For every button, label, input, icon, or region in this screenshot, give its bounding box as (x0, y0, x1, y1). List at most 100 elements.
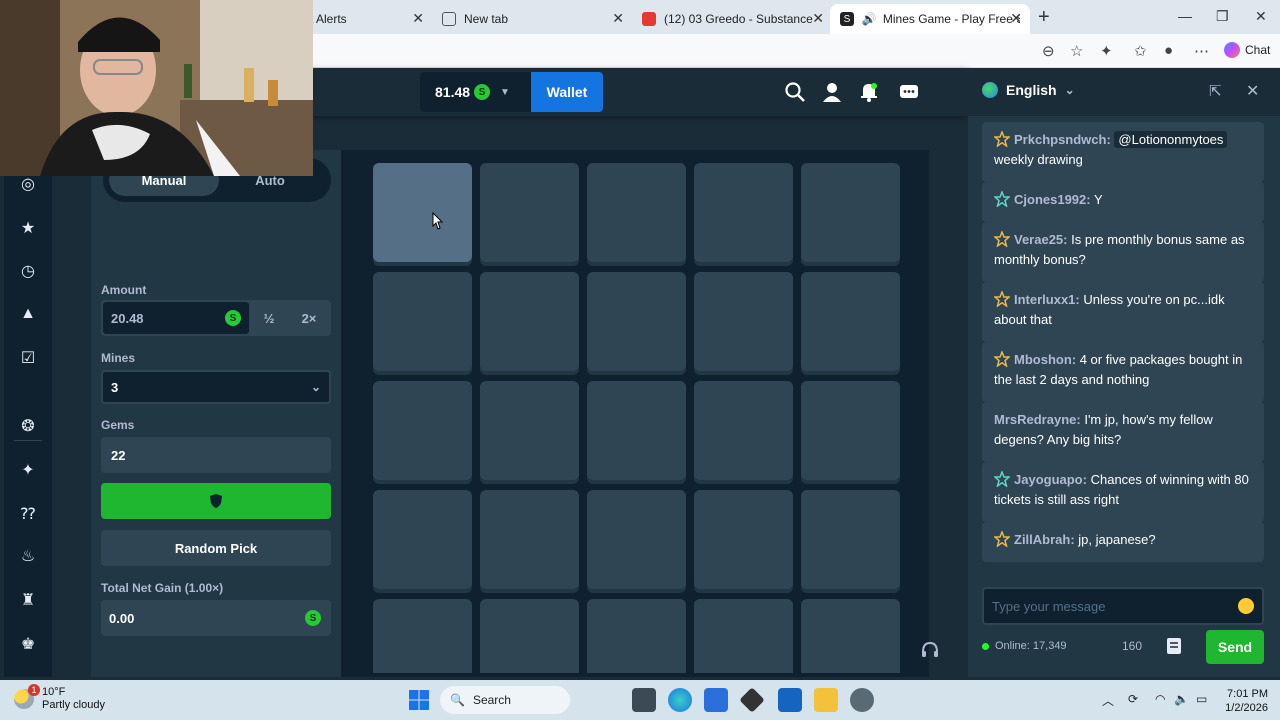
new-tab-icon[interactable]: + (1038, 6, 1050, 29)
window-close-icon[interactable]: ✕ (1255, 8, 1267, 25)
mine-tile[interactable] (480, 272, 579, 371)
double-amount-button[interactable]: 2× (289, 300, 329, 336)
support-headset-icon[interactable] (920, 640, 940, 660)
mine-tile[interactable] (587, 163, 686, 262)
live-casino-icon[interactable]: ♜ (16, 588, 40, 612)
mine-tile[interactable] (694, 599, 793, 673)
settings-gear-icon[interactable] (850, 688, 874, 712)
battery-icon[interactable]: ▭ (1196, 692, 1207, 706)
popout-icon[interactable]: ⇱ (1209, 82, 1222, 100)
store-icon[interactable] (704, 688, 728, 712)
emoji-icon[interactable] (1238, 598, 1254, 614)
chat-username[interactable]: Prkchpsndwch: (1014, 132, 1111, 147)
amount-input[interactable]: 20.48 S (103, 302, 249, 334)
mine-tile[interactable] (480, 490, 579, 589)
minimize-icon[interactable]: — (1178, 8, 1192, 24)
mine-tile[interactable] (694, 272, 793, 371)
wallet-button[interactable]: Wallet (531, 72, 603, 112)
tray-overflow-icon[interactable]: ︿ (1102, 692, 1114, 709)
tab-new-tab[interactable]: New tab ✕ (432, 4, 632, 34)
profile-icon[interactable]: ● (1164, 42, 1173, 59)
half-amount-button[interactable]: ½ (249, 300, 289, 336)
more-icon[interactable]: ⋯ (1194, 42, 1209, 60)
mine-tile[interactable] (480, 163, 579, 262)
mine-tile[interactable] (694, 381, 793, 480)
extensions-icon[interactable]: ✦ (1100, 42, 1113, 60)
mine-tile[interactable] (373, 599, 472, 673)
recent-clock-icon[interactable]: ◷ (16, 259, 40, 283)
file-explorer-icon[interactable] (814, 688, 838, 712)
mine-tile[interactable] (373, 272, 472, 371)
chat-username[interactable]: Interluxx1: (1014, 292, 1080, 307)
close-icon[interactable]: ✕ (612, 10, 624, 27)
close-icon[interactable]: ✕ (412, 10, 424, 27)
copilot-chat-button[interactable]: Chat (1224, 42, 1270, 58)
user-icon[interactable] (820, 80, 844, 104)
close-chat-icon[interactable]: ✕ (1246, 81, 1259, 101)
mine-tile[interactable] (801, 599, 900, 673)
table-games-icon[interactable]: ♚ (16, 632, 40, 656)
mine-tile[interactable] (801, 163, 900, 262)
tab-alerts[interactable]: t Alerts ✕ (300, 4, 432, 34)
mine-tile[interactable] (373, 381, 472, 480)
chat-username[interactable]: Mboshon: (1014, 352, 1076, 367)
mine-tile[interactable] (801, 272, 900, 371)
mine-tile[interactable] (373, 490, 472, 589)
chat-username[interactable]: Verae25: (1014, 232, 1068, 247)
edge-browser-icon[interactable] (668, 688, 692, 712)
mine-tile[interactable] (587, 599, 686, 673)
system-clock[interactable]: 7:01 PM 1/2/2026 (1218, 687, 1268, 715)
maximize-icon[interactable]: ❐ (1216, 8, 1229, 25)
favorites-star-icon[interactable]: ★ (16, 216, 40, 240)
close-icon[interactable]: ✕ (1010, 10, 1022, 27)
slots-icon[interactable]: ⁇ (16, 502, 40, 526)
new-releases-sparkle-icon[interactable]: ✦ (16, 458, 40, 482)
chat-username[interactable]: Cjones1992: (1014, 192, 1091, 207)
chat-message-input[interactable]: Type your message (982, 587, 1264, 625)
chat-username[interactable]: MrsRedrayne: (994, 412, 1081, 427)
send-button[interactable]: Send (1206, 630, 1264, 664)
volume-icon[interactable]: 🔈 (1174, 692, 1189, 706)
language-selector[interactable]: English ⌄ (982, 82, 1075, 98)
taskbar-search[interactable]: 🔍 Search (440, 686, 570, 714)
reader-icon[interactable]: ⊖ (1042, 42, 1055, 60)
mine-tile[interactable] (801, 490, 900, 589)
tab-label: t Alerts (310, 12, 347, 26)
balance-selector[interactable]: 81.48 S ▼ (420, 72, 531, 112)
app-cube-icon[interactable] (739, 687, 765, 713)
chat-message: Jayoguapo: Chances of winning with 80 ti… (982, 462, 1264, 522)
mine-tile[interactable] (480, 381, 579, 480)
hot-fire-icon[interactable]: ♨ (16, 544, 40, 568)
search-icon[interactable] (783, 80, 807, 104)
mines-select[interactable]: 3 ⌄ (101, 370, 331, 404)
mine-tile[interactable] (480, 599, 579, 673)
random-pick-button[interactable]: Random Pick (101, 530, 331, 566)
notification-bell-icon[interactable] (857, 80, 881, 104)
tab-mines-game[interactable]: S 🔊 Mines Game - Play Free Social ✕ (830, 4, 1030, 34)
favorites-icon[interactable]: ✩ (1134, 42, 1147, 60)
chat-username[interactable]: ZillAbrah: (1014, 532, 1075, 547)
bet-button[interactable] (101, 483, 331, 519)
challenges-icon[interactable]: ▲ (16, 302, 40, 326)
mine-tile[interactable] (587, 272, 686, 371)
mine-tile[interactable] (587, 490, 686, 589)
mine-tile[interactable] (373, 163, 472, 262)
mine-tile[interactable] (694, 490, 793, 589)
originals-icon[interactable]: ❂ (16, 414, 40, 438)
chat-username[interactable]: Jayoguapo: (1014, 472, 1087, 487)
outlook-icon[interactable] (778, 688, 802, 712)
sync-icon[interactable]: ⟳ (1128, 692, 1138, 706)
windows-start-icon[interactable] (407, 688, 431, 712)
close-icon[interactable]: ✕ (812, 10, 824, 27)
task-view-icon[interactable] (632, 688, 656, 712)
tab-youtube[interactable]: (12) 03 Greedo - Substance (Offici ✕ (632, 4, 832, 34)
mine-tile[interactable] (694, 163, 793, 262)
chat-rules-icon[interactable] (1158, 630, 1190, 662)
mine-tile[interactable] (587, 381, 686, 480)
favorite-star-icon[interactable]: ☆ (1070, 42, 1083, 60)
chat-toggle-icon[interactable] (897, 80, 921, 104)
weather-widget[interactable]: 1 10°F Partly cloudy (14, 684, 105, 712)
mine-tile[interactable] (801, 381, 900, 480)
bets-check-icon[interactable]: ☑ (16, 346, 40, 370)
wifi-icon[interactable]: ◠ (1155, 692, 1165, 706)
